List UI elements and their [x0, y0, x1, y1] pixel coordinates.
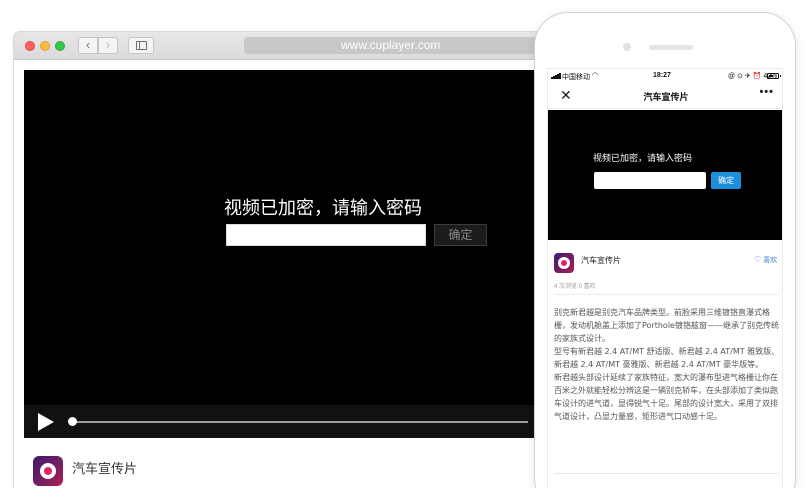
phone-screen: 中国移动 ◠ 18:27 @ ⊙ ✈ ⏰ 42% ✕ 汽车宣传片 ••• 视频已…	[547, 68, 783, 488]
desktop-browser-window: ‹ › www.cuplayer.com 视频已加密，请输入密码 确定 汽车宣传…	[14, 32, 574, 488]
signal-icon	[551, 72, 561, 79]
channel-name: 汽车宣传片	[72, 462, 138, 477]
sidebar-toggle-button[interactable]	[128, 37, 154, 54]
channel-logo-icon	[554, 253, 574, 273]
sidebar-icon	[136, 41, 147, 50]
description-paragraph: 型号有新君越 2.4 AT/MT 舒适版、新君越 2.4 AT/MT 雅致版、新…	[554, 347, 780, 369]
player-controls	[24, 405, 564, 438]
status-bar: 中国移动 ◠ 18:27 @ ⊙ ✈ ⏰ 42%	[548, 69, 782, 83]
app-header: ✕ 汽车宣传片 •••	[548, 83, 782, 109]
desktop-video-player[interactable]: 视频已加密，请输入密码 确定	[24, 70, 564, 438]
page-title: 汽车宣传片	[643, 93, 689, 103]
video-description: 别克新君越是别克汽车品牌类型。前脸采用三维镀铬直瀑式格栅，发动机舱盖上添加了Po…	[554, 306, 780, 423]
description-paragraph: 新君越头部设计延续了家族特征，宽大的瀑布型进气格栅让你在百米之外就能轻松分辨这是…	[554, 373, 778, 421]
divider	[554, 473, 778, 474]
back-button[interactable]: ‹	[78, 37, 98, 54]
play-icon[interactable]	[38, 413, 54, 431]
view-like-stats: 4 次浏览 0 喜欢	[554, 284, 596, 290]
channel-name: 汽车宣传片	[581, 256, 621, 265]
divider	[554, 294, 778, 295]
forward-button[interactable]: ›	[98, 37, 118, 54]
encrypted-video-prompt: 视频已加密，请输入密码	[593, 154, 693, 164]
like-label: 喜欢	[763, 257, 778, 264]
close-window-button[interactable]	[25, 41, 35, 51]
description-paragraph: 别克新君越是别克汽车品牌类型。前脸采用三维镀铬直瀑式格栅，发动机舱盖上添加了Po…	[554, 308, 779, 343]
password-input[interactable]	[594, 172, 706, 189]
phone-frame: 中国移动 ◠ 18:27 @ ⊙ ✈ ⏰ 42% ✕ 汽车宣传片 ••• 视频已…	[534, 12, 796, 488]
page: ‹ › www.cuplayer.com 视频已加密，请输入密码 确定 汽车宣传…	[0, 0, 810, 488]
browser-titlebar: ‹ › www.cuplayer.com	[14, 32, 574, 60]
camera-icon	[623, 43, 631, 51]
speaker-grille	[649, 45, 693, 50]
heart-icon: ♡	[754, 255, 762, 264]
address-bar[interactable]: www.cuplayer.com	[244, 37, 574, 54]
mobile-video-player[interactable]: 视频已加密，请输入密码 确定	[548, 110, 782, 240]
zoom-window-button[interactable]	[55, 41, 65, 51]
battery-icon	[767, 73, 781, 79]
progress-track[interactable]	[72, 421, 528, 423]
confirm-button[interactable]: 确定	[434, 224, 487, 246]
wifi-icon: ◠	[592, 72, 599, 79]
carrier-label: 中国移动	[562, 74, 590, 81]
confirm-button[interactable]: 确定	[711, 172, 741, 189]
status-time: 18:27	[653, 72, 671, 79]
like-button[interactable]: ♡ 喜欢	[754, 255, 777, 265]
encrypted-video-prompt: 视频已加密，请输入密码	[224, 198, 422, 219]
more-options-icon[interactable]: •••	[759, 86, 774, 98]
progress-handle[interactable]	[67, 417, 77, 426]
password-input[interactable]	[226, 224, 426, 246]
channel-logo-icon	[33, 456, 63, 486]
minimize-window-button[interactable]	[40, 41, 50, 51]
